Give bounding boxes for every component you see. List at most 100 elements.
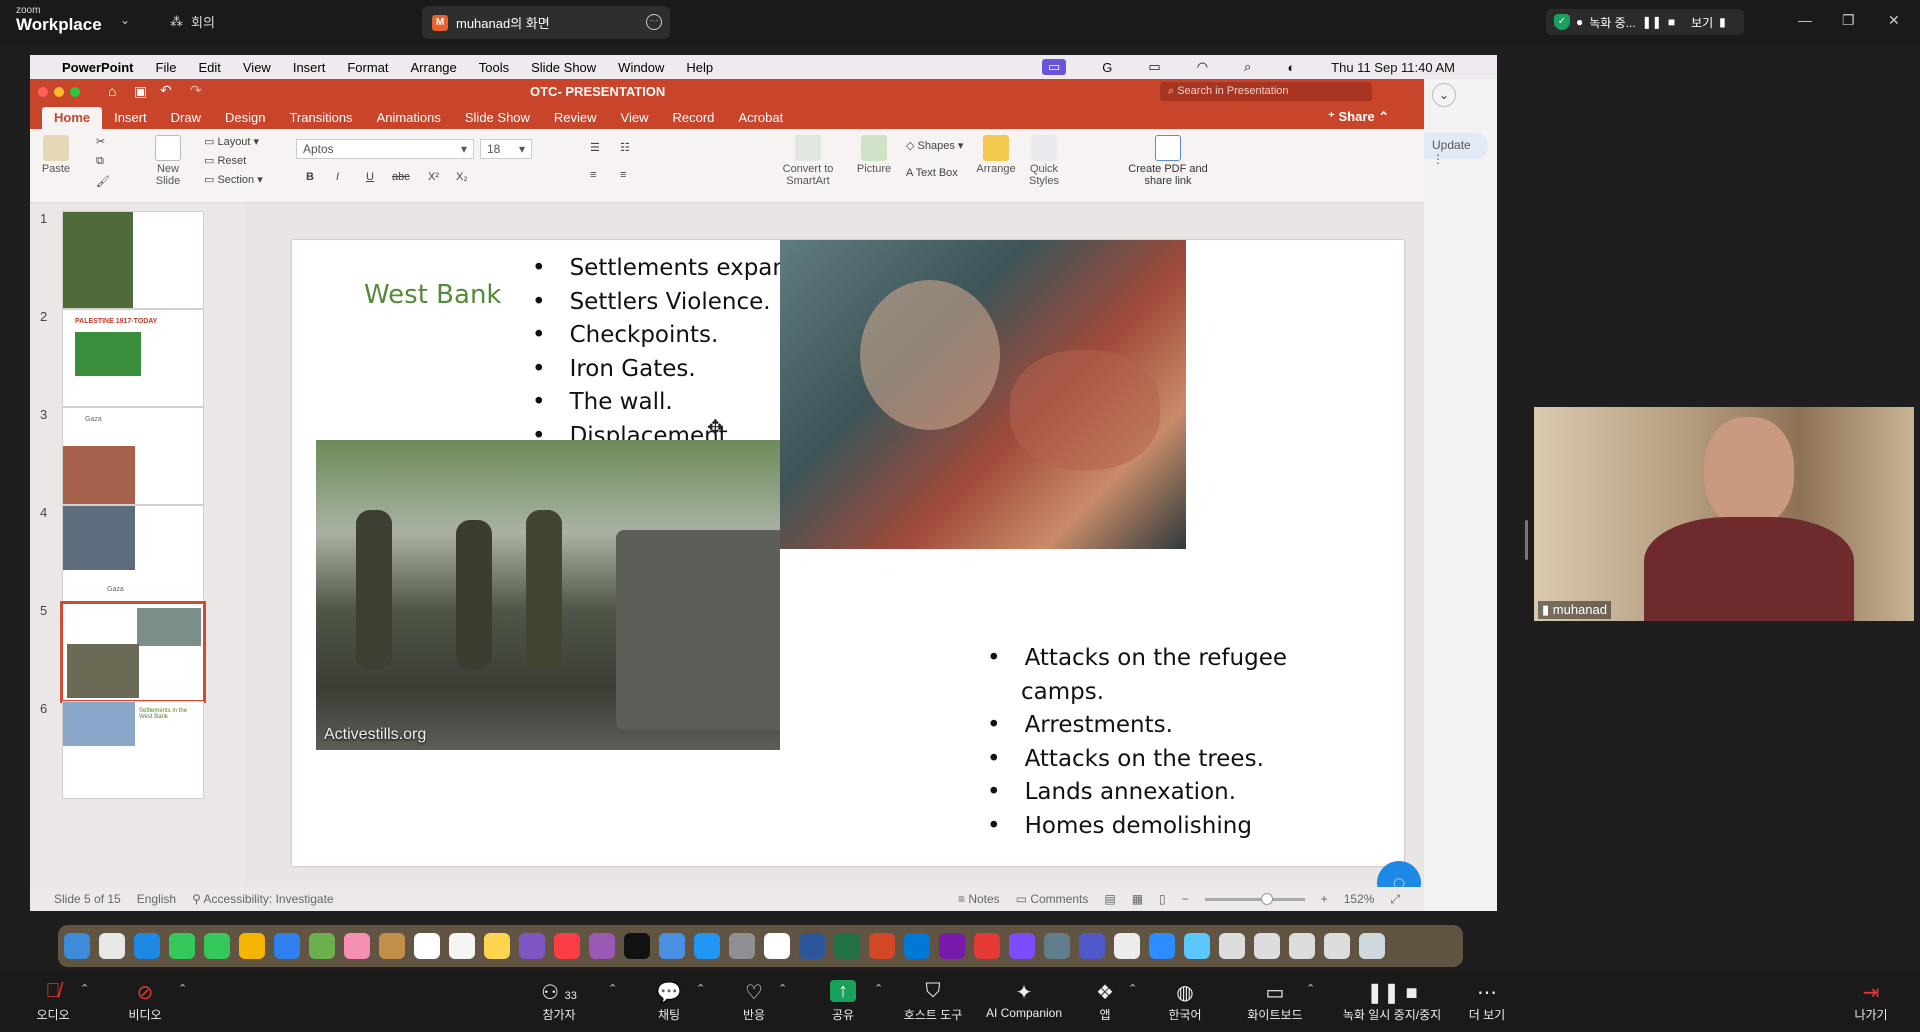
- tab-record[interactable]: Record: [661, 107, 727, 129]
- zoom-slider-thumb[interactable]: [1260, 892, 1273, 905]
- align-center-icon[interactable]: ≡: [620, 169, 626, 181]
- chevron-up-icon[interactable]: ⌃: [874, 982, 883, 995]
- slide-thumbnail-2[interactable]: PALESTINE 1917-TODAY: [62, 309, 204, 407]
- tab-screen-share[interactable]: M muhanad의 화면 ···: [422, 6, 670, 39]
- chevron-up-icon[interactable]: ⌃: [778, 982, 787, 995]
- layout-button[interactable]: ▭ Layout ▾: [204, 135, 259, 148]
- stop-icon[interactable]: ■: [1668, 15, 1675, 29]
- photos-icon[interactable]: [344, 933, 370, 959]
- finder-icon[interactable]: [64, 933, 90, 959]
- slide-canvas[interactable]: West Bank Settlements expansions. Settle…: [245, 203, 1424, 905]
- leave-button[interactable]: ⇥ 나가기: [1826, 980, 1916, 1023]
- tab-home[interactable]: Home: [42, 107, 103, 129]
- menu-insert[interactable]: Insert: [293, 60, 326, 75]
- settings-icon[interactable]: [729, 933, 755, 959]
- search-presentation-input[interactable]: ⌕ Search in Presentation: [1160, 82, 1372, 101]
- menu-help[interactable]: Help: [686, 60, 713, 75]
- keynote-icon[interactable]: [659, 933, 685, 959]
- menu-view[interactable]: View: [243, 60, 271, 75]
- section-button[interactable]: ▭ Section ▾: [204, 173, 263, 186]
- zoom-level[interactable]: 152%: [1344, 892, 1375, 906]
- cut-icon[interactable]: ✂: [96, 135, 105, 148]
- slide-thumbnail-3[interactable]: Gaza: [62, 407, 204, 505]
- window-close-icon[interactable]: [38, 87, 48, 97]
- pause-icon[interactable]: ❚❚: [1642, 15, 1662, 29]
- tab-view[interactable]: View: [609, 107, 661, 129]
- tab-design[interactable]: Design: [213, 107, 277, 129]
- app-store-icon[interactable]: [694, 933, 720, 959]
- accessibility-status[interactable]: ⚲ Accessibility: Investigate: [192, 892, 334, 906]
- soldiers-photo[interactable]: Activestills.org: [316, 440, 780, 750]
- superscript-icon[interactable]: X²: [428, 171, 439, 183]
- screenshot-stack-icon[interactable]: [1324, 933, 1350, 959]
- notes-button[interactable]: ≡ Notes: [958, 892, 1000, 906]
- chevron-up-icon[interactable]: ⌃: [178, 982, 187, 995]
- participants-button[interactable]: ⚇ 33 참가자: [514, 980, 604, 1023]
- new-slide-button[interactable]: New Slide: [146, 135, 190, 187]
- tab-transitions[interactable]: Transitions: [277, 107, 364, 129]
- host-tools-button[interactable]: ⛉ 호스트 도구: [888, 980, 978, 1023]
- menu-format[interactable]: Format: [347, 60, 388, 75]
- tab-review[interactable]: Review: [542, 107, 609, 129]
- outlook-icon[interactable]: [904, 933, 930, 959]
- restore-icon[interactable]: ❐: [1842, 12, 1855, 29]
- screenshot-stack-icon[interactable]: [1289, 933, 1315, 959]
- zoom-app-icon[interactable]: [1149, 933, 1175, 959]
- window-minimize-icon[interactable]: [54, 87, 64, 97]
- grammarly-icon[interactable]: G: [1102, 60, 1112, 75]
- launchpad-icon[interactable]: [99, 933, 125, 959]
- trash-icon[interactable]: [1359, 933, 1385, 959]
- textedit-icon[interactable]: [764, 933, 790, 959]
- chevron-up-icon[interactable]: ⌃: [696, 982, 705, 995]
- screenshot-stack-icon[interactable]: [1219, 933, 1245, 959]
- reading-view-icon[interactable]: ▯: [1159, 892, 1166, 906]
- messenger-icon[interactable]: [1009, 933, 1035, 959]
- picture-button[interactable]: Picture: [852, 135, 896, 175]
- convert-smartart-button[interactable]: Convert to SmartArt: [778, 135, 838, 187]
- copy-icon[interactable]: ⧉: [96, 155, 104, 168]
- numbering-icon[interactable]: ☷: [620, 141, 630, 154]
- menu-file[interactable]: File: [156, 60, 177, 75]
- chevron-down-icon[interactable]: ⌄: [120, 13, 130, 27]
- font-family-select[interactable]: Aptos ▾: [296, 139, 474, 159]
- save-icon[interactable]: ▣: [134, 83, 147, 100]
- control-center-icon[interactable]: ◐: [1287, 60, 1295, 75]
- excel-icon[interactable]: [834, 933, 860, 959]
- home-icon[interactable]: ⌂: [108, 83, 116, 99]
- chevron-up-icon[interactable]: ⌃: [1128, 982, 1137, 995]
- battery-icon[interactable]: ▭: [1148, 59, 1160, 75]
- chevron-up-icon[interactable]: ⌃: [80, 982, 89, 995]
- calendar-icon[interactable]: [414, 933, 440, 959]
- disk-utility-icon[interactable]: [1044, 933, 1070, 959]
- slide-5[interactable]: West Bank Settlements expansions. Settle…: [292, 240, 1404, 866]
- arrange-button[interactable]: Arrange: [974, 135, 1018, 175]
- chevron-up-icon[interactable]: ⌃: [1306, 982, 1315, 995]
- align-left-icon[interactable]: ≡: [590, 169, 596, 181]
- slide-thumbnail-4[interactable]: Gaza: [62, 505, 204, 603]
- bullets-icon[interactable]: ☰: [590, 141, 600, 154]
- tab-animations[interactable]: Animations: [365, 107, 453, 129]
- tab-slide-show[interactable]: Slide Show: [453, 107, 542, 129]
- slide-thumbnail-5[interactable]: [60, 601, 206, 703]
- downloads-folder-icon[interactable]: [1184, 933, 1210, 959]
- sorter-view-icon[interactable]: ▦: [1132, 892, 1143, 906]
- zoom-slider[interactable]: [1204, 892, 1305, 905]
- language-status[interactable]: English: [137, 892, 176, 906]
- create-pdf-button[interactable]: Create PDF and share link: [1126, 135, 1210, 187]
- chevron-up-icon[interactable]: ⌃: [608, 982, 617, 995]
- resize-handle[interactable]: [1525, 520, 1528, 560]
- bullet-list-bottom[interactable]: Attacks on the refugee camps. Arrestment…: [987, 642, 1317, 843]
- video-button[interactable]: ⊘ 비디오: [100, 980, 190, 1023]
- comments-button[interactable]: ▭ Comments: [1016, 892, 1089, 906]
- messages-icon[interactable]: [204, 933, 230, 959]
- recording-indicator[interactable]: ✓ ● 녹화 중... ❚❚ ■ 보기 ▮: [1546, 9, 1744, 35]
- menu-edit[interactable]: Edit: [198, 60, 220, 75]
- tab-acrobat[interactable]: Acrobat: [726, 107, 795, 129]
- paste-button[interactable]: Paste: [36, 135, 76, 175]
- menu-arrange[interactable]: Arrange: [411, 60, 457, 75]
- bold-icon[interactable]: B: [306, 171, 314, 183]
- tab-insert[interactable]: Insert: [102, 107, 159, 129]
- ai-companion-button[interactable]: ✦ AI Companion: [974, 980, 1074, 1020]
- chevron-down-icon[interactable]: ⌄: [1432, 83, 1456, 107]
- maps-icon[interactable]: [309, 933, 335, 959]
